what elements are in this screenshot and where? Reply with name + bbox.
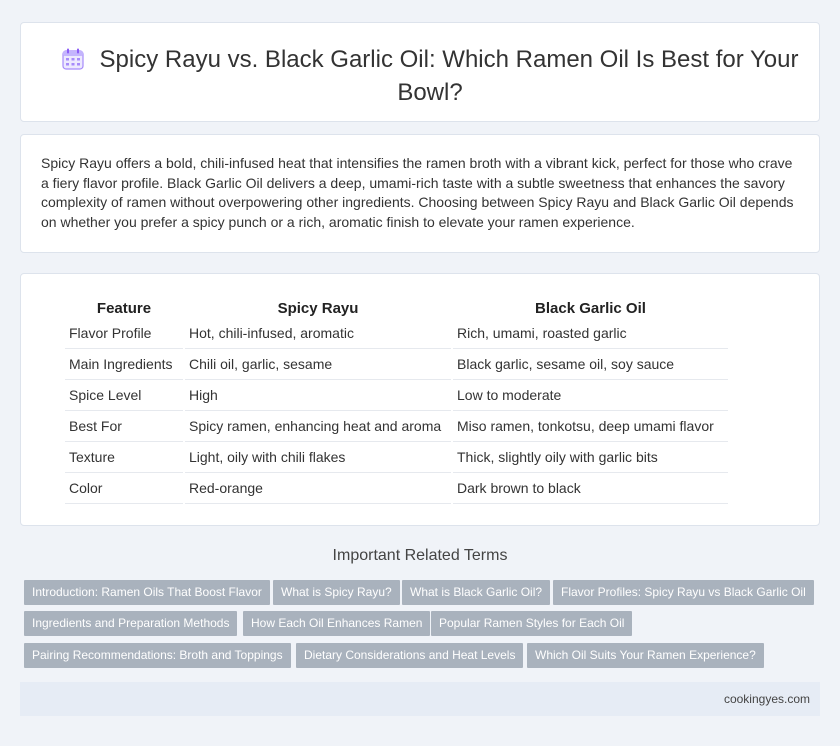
page-title-text: Spicy Rayu vs. Black Garlic Oil: Which R… [99, 46, 799, 106]
table-row: Spice Level High Low to moderate [65, 380, 728, 411]
comparison-table: Feature Spicy Rayu Black Garlic Oil Flav… [63, 296, 730, 504]
related-terms-heading: Important Related Terms [332, 547, 508, 564]
related-term-tag[interactable]: How Each Oil Enhances Ramen [243, 611, 431, 636]
comparison-card: Feature Spicy Rayu Black Garlic Oil Flav… [20, 273, 820, 526]
table-cell: Hot, chili-infused, aromatic [185, 318, 451, 349]
site-name[interactable]: cookingyes.com [724, 692, 810, 706]
column-header-black-garlic-oil: Black Garlic Oil [535, 300, 646, 317]
table-cell: Texture [65, 442, 183, 473]
related-term-tag[interactable]: Ingredients and Preparation Methods [24, 611, 238, 636]
table-cell: Low to moderate [453, 380, 728, 411]
table-cell: Dark brown to black [453, 473, 728, 504]
related-term-tag[interactable]: What is Spicy Rayu? [273, 580, 400, 605]
table-row: Color Red-orange Dark brown to black [65, 473, 728, 504]
table-cell: High [185, 380, 451, 411]
table-cell: Spicy ramen, enhancing heat and aroma [185, 411, 451, 442]
related-term-tag[interactable]: Dietary Considerations and Heat Levels [296, 643, 524, 668]
intro-card: Spicy Rayu offers a bold, chili-infused … [20, 134, 820, 253]
calendar-icon [61, 46, 84, 70]
table-cell: Black garlic, sesame oil, soy sauce [453, 349, 728, 380]
column-header-feature: Feature [96, 300, 152, 317]
related-term-tag[interactable]: Flavor Profiles: Spicy Rayu vs Black Gar… [553, 580, 814, 605]
table-cell: Spice Level [65, 380, 183, 411]
table-cell: Red-orange [185, 473, 451, 504]
table-row: Best For Spicy ramen, enhancing heat and… [65, 411, 728, 442]
related-term-tag[interactable]: Pairing Recommendations: Broth and Toppi… [24, 643, 291, 668]
table-row: Texture Light, oily with chili flakes Th… [65, 442, 728, 473]
table-row: Main Ingredients Chili oil, garlic, sesa… [65, 349, 728, 380]
table-cell: Miso ramen, tonkotsu, deep umami flavor [453, 411, 728, 442]
footer: cookingyes.com [20, 682, 820, 716]
table-cell: Color [65, 473, 183, 504]
table-cell: Chili oil, garlic, sesame [185, 349, 451, 380]
intro-paragraph: Spicy Rayu offers a bold, chili-infused … [41, 155, 794, 230]
page-title: Spicy Rayu vs. Black Garlic Oil: Which R… [61, 43, 799, 109]
column-header-spicy-rayu: Spicy Rayu [277, 300, 359, 317]
related-term-tag[interactable]: Introduction: Ramen Oils That Boost Flav… [24, 580, 270, 605]
title-card: Spicy Rayu vs. Black Garlic Oil: Which R… [20, 22, 820, 122]
related-term-tag[interactable]: What is Black Garlic Oil? [402, 580, 551, 605]
table-cell: Best For [65, 411, 183, 442]
related-term-tag[interactable]: Popular Ramen Styles for Each Oil [431, 611, 633, 636]
table-cell: Rich, umami, roasted garlic [453, 318, 728, 349]
table-header-row: Feature Spicy Rayu Black Garlic Oil [65, 296, 728, 318]
table-cell: Thick, slightly oily with garlic bits [453, 442, 728, 473]
table-cell: Light, oily with chili flakes [185, 442, 451, 473]
table-row: Flavor Profile Hot, chili-infused, aroma… [65, 318, 728, 349]
related-term-tag[interactable]: Which Oil Suits Your Ramen Experience? [527, 643, 764, 668]
table-cell: Flavor Profile [65, 318, 183, 349]
table-cell: Main Ingredients [65, 349, 183, 380]
